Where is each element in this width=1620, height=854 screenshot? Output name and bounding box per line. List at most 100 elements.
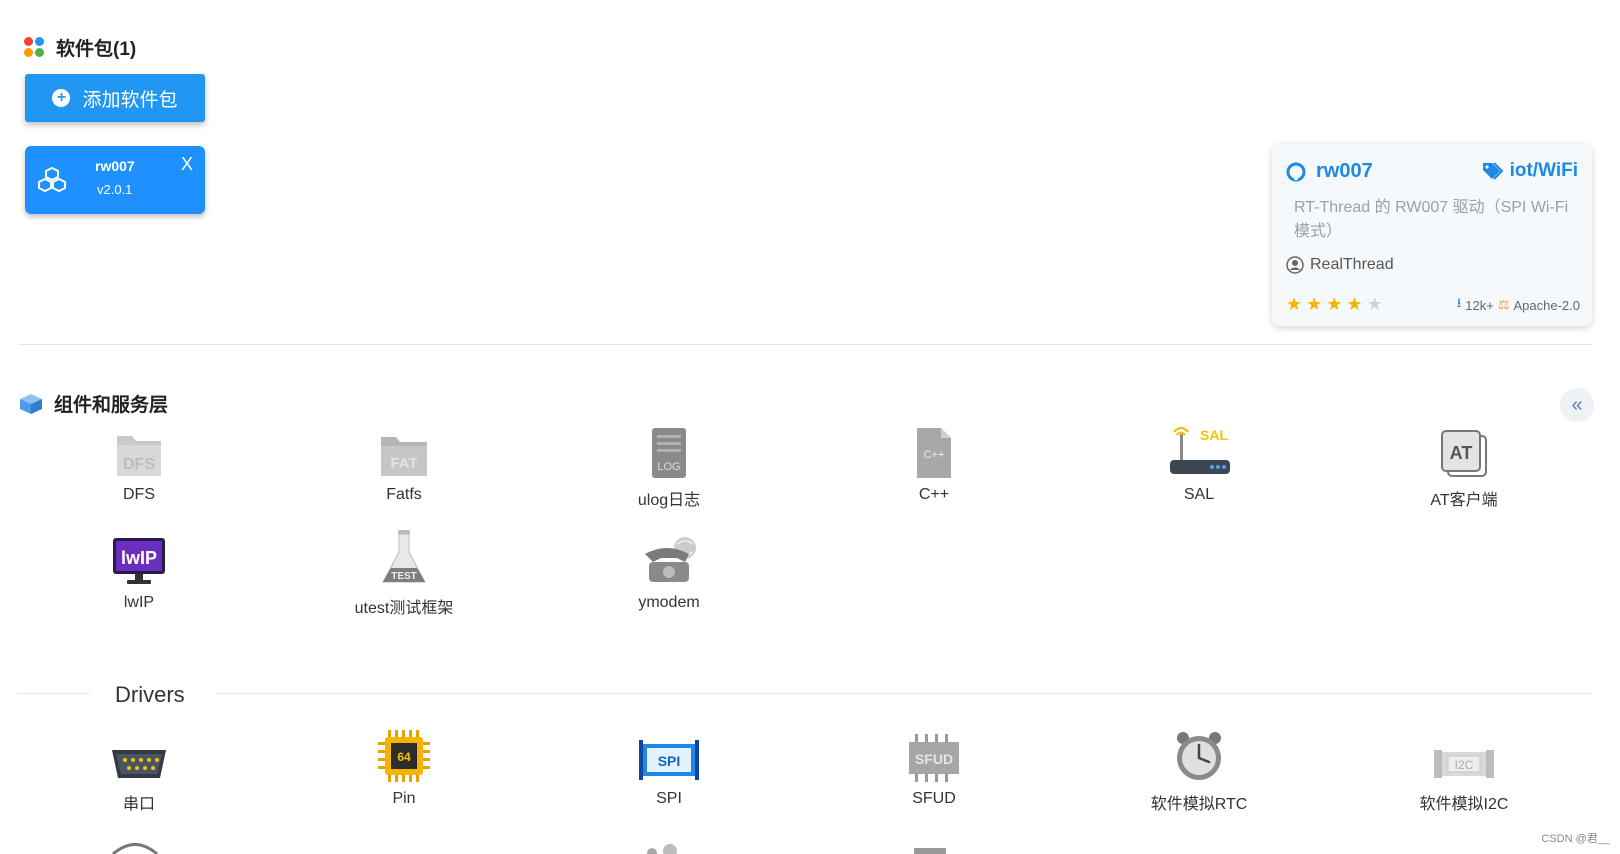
component-label: lwIP xyxy=(123,594,155,611)
category-tag[interactable]: iot/WiFi xyxy=(1482,160,1578,182)
spi-chip-icon: SPI xyxy=(639,740,699,780)
component-label: SAL xyxy=(1183,486,1215,503)
svg-text:AT: AT xyxy=(1450,443,1473,463)
phone-icon xyxy=(645,537,696,582)
download-icon: ⭳ xyxy=(1456,295,1462,310)
partial-row-icon xyxy=(647,844,677,854)
router-icon: SAL xyxy=(1170,427,1230,474)
clock-icon xyxy=(1177,732,1221,780)
chip-icon: 64 xyxy=(378,730,430,782)
svg-text:lwIP: lwIP xyxy=(121,548,157,568)
remove-package-button[interactable]: X xyxy=(181,154,193,175)
drivers-divider-left xyxy=(18,693,90,694)
driver-pin[interactable]: 64 Pin xyxy=(324,724,484,808)
category-label: iot/WiFi xyxy=(1509,160,1578,181)
user-icon xyxy=(1286,256,1304,274)
component-label: ulog日志 xyxy=(637,492,701,509)
flask-icon: TEST xyxy=(382,530,426,583)
component-cpp[interactable]: C++ C++ xyxy=(854,420,1014,504)
download-count: 12k+ xyxy=(1465,297,1494,313)
watermark: CSDN @君__ xyxy=(1541,833,1610,845)
component-fatfs[interactable]: FAT Fatfs xyxy=(324,420,484,504)
component-ymodem[interactable]: ymodem xyxy=(589,528,749,612)
packages-header: 软件包(1) xyxy=(24,34,136,61)
tag-icon xyxy=(1482,162,1503,180)
svg-text:LOG: LOG xyxy=(657,461,680,473)
svg-text:FAT: FAT xyxy=(390,455,417,472)
component-label: AT客户端 xyxy=(1430,492,1498,509)
component-dfs[interactable]: DFS DFS xyxy=(59,420,219,504)
components-title: 组件和服务层 xyxy=(54,395,169,416)
driver-label: SFUD xyxy=(912,790,956,807)
license-name: Apache-2.0 xyxy=(1513,297,1581,313)
svg-text:SFUD: SFUD xyxy=(915,751,953,767)
component-utest[interactable]: TEST utest测试框架 xyxy=(324,528,484,618)
driver-spi[interactable]: SPI SPI xyxy=(589,724,749,808)
driver-sfud[interactable]: SFUD SFUD xyxy=(854,724,1014,808)
folder-icon: DFS xyxy=(117,436,161,476)
plus-icon: + xyxy=(52,89,71,107)
github-icon xyxy=(1286,162,1306,181)
svg-text:TEST: TEST xyxy=(391,571,417,582)
log-file-icon: LOG xyxy=(652,428,686,478)
svg-text:I2C: I2C xyxy=(1455,758,1474,772)
package-meta: ⭳ 12k+ ⚖ Apache-2.0 xyxy=(1457,294,1580,316)
package-author: RealThread xyxy=(1286,256,1394,274)
component-sal[interactable]: SAL SAL xyxy=(1119,420,1279,504)
component-ulog[interactable]: LOG ulog日志 xyxy=(589,420,749,510)
cubes-icon xyxy=(38,166,66,193)
component-label: Fatfs xyxy=(386,486,422,503)
section-divider xyxy=(18,344,1592,345)
cube-icon xyxy=(20,393,42,414)
driver-serial[interactable]: 串口 xyxy=(59,724,219,814)
driver-label: Pin xyxy=(392,790,416,807)
svg-text:SPI: SPI xyxy=(658,753,681,769)
svg-text:DFS: DFS xyxy=(123,456,155,473)
package-detail-card[interactable]: rw007 iot/WiFi RT-Thread 的 RW007 驱动（SPI … xyxy=(1272,144,1592,326)
folder-icon: FAT xyxy=(381,437,427,476)
svg-text:SAL: SAL xyxy=(1200,427,1228,443)
svg-text:64: 64 xyxy=(397,750,411,764)
drivers-divider-right xyxy=(215,693,1592,694)
partial-row-icon xyxy=(112,843,158,854)
star-empty-icon: ★ xyxy=(1366,294,1383,314)
author-name: RealThread xyxy=(1310,256,1394,273)
component-label: ymodem xyxy=(638,594,700,611)
component-at-client[interactable]: AT AT客户端 xyxy=(1384,420,1544,510)
component-lwip[interactable]: lwIP lwIP xyxy=(59,528,219,612)
driver-label: 软件模拟RTC xyxy=(1150,796,1248,813)
serial-port-icon xyxy=(112,750,166,778)
packages-title: 软件包(1) xyxy=(56,39,137,60)
star-icon: ★ xyxy=(1346,294,1363,314)
svg-text:C++: C++ xyxy=(924,449,945,461)
component-label: DFS xyxy=(123,486,155,503)
star-icon: ★ xyxy=(1286,294,1303,314)
driver-soft-rtc[interactable]: 软件模拟RTC xyxy=(1119,724,1279,814)
component-label: C++ xyxy=(918,486,950,503)
monitor-icon: lwIP xyxy=(113,538,165,584)
package-description: RT-Thread 的 RW007 驱动（SPI Wi-Fi 模式） xyxy=(1294,199,1569,240)
license-icon: ⚖ xyxy=(1497,297,1510,312)
add-package-button[interactable]: + 添加软件包 xyxy=(25,74,205,122)
component-label: utest测试框架 xyxy=(354,600,454,617)
star-icon: ★ xyxy=(1326,294,1343,314)
flash-chip-icon: SFUD xyxy=(909,734,959,782)
components-header: 组件和服务层 xyxy=(18,390,168,417)
repo-link[interactable]: rw007 xyxy=(1286,160,1373,183)
add-package-label: 添加软件包 xyxy=(82,89,178,111)
collapse-button[interactable]: « xyxy=(1560,388,1594,422)
partial-row-icon xyxy=(914,848,946,854)
driver-label: 软件模拟I2C xyxy=(1419,796,1509,813)
driver-label: 串口 xyxy=(122,796,155,813)
packages-icon xyxy=(24,36,46,59)
rating-stars: ★ ★ ★ ★ ★ xyxy=(1286,294,1383,315)
selected-package-card[interactable]: rw007 v2.0.1 X xyxy=(25,146,205,214)
star-icon: ★ xyxy=(1306,294,1323,314)
driver-soft-i2c[interactable]: I2C 软件模拟I2C xyxy=(1384,724,1544,814)
package-version: v2.0.1 xyxy=(97,182,133,197)
at-client-icon: AT xyxy=(1441,430,1487,477)
drivers-title: Drivers xyxy=(115,682,185,707)
i2c-chip-icon: I2C xyxy=(1434,750,1494,778)
package-name: rw007 xyxy=(95,158,135,174)
repo-name: rw007 xyxy=(1316,160,1373,182)
